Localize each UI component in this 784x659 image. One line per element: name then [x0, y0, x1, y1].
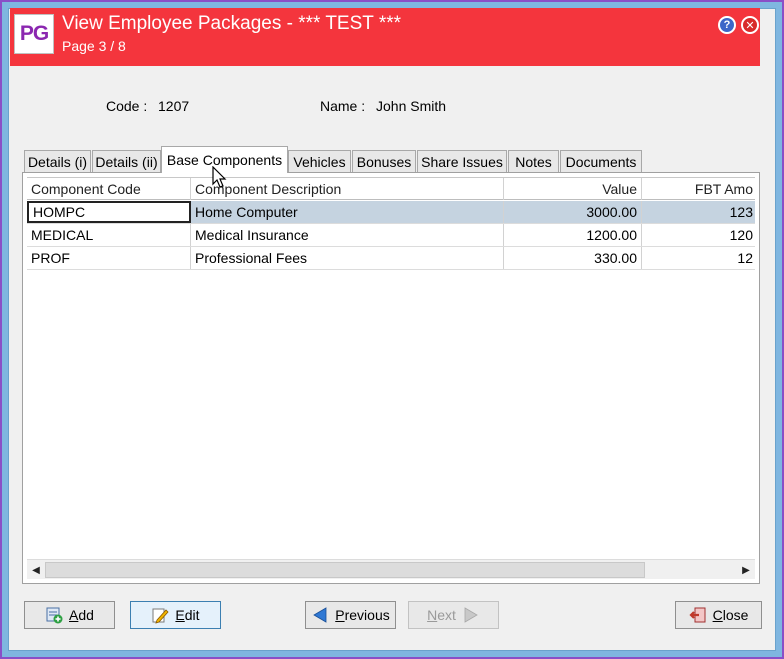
close-accel: C — [712, 607, 723, 623]
code-value: 1207 — [158, 98, 190, 114]
tab-details-ii[interactable]: Details (ii) — [92, 150, 161, 172]
next-rest: ext — [437, 607, 456, 623]
title-bar: PG View Employee Packages - *** TEST ***… — [10, 8, 760, 66]
next-button[interactable]: Next — [408, 601, 499, 629]
close-label: Close — [713, 607, 749, 623]
tab-vehicles[interactable]: Vehicles — [288, 150, 351, 172]
add-label: Add — [69, 607, 94, 623]
cell-value[interactable]: 330.00 — [504, 247, 642, 269]
close-rest: lose — [722, 607, 749, 623]
previous-label: Previous — [335, 607, 389, 623]
horizontal-scrollbar[interactable]: ◀ ▶ — [27, 559, 755, 579]
edit-button[interactable]: Edit — [130, 601, 221, 629]
cell-description[interactable]: Home Computer — [191, 201, 504, 223]
previous-button[interactable]: Previous — [305, 601, 396, 629]
table-row[interactable]: HOMPC Home Computer 3000.00 123 — [27, 201, 755, 224]
exit-icon — [689, 607, 706, 623]
tab-documents[interactable]: Documents — [560, 150, 642, 172]
previous-rest: revious — [344, 607, 390, 623]
name-label: Name : — [320, 98, 366, 114]
cell-code[interactable]: PROF — [27, 247, 191, 269]
cell-code[interactable]: HOMPC — [27, 201, 191, 223]
scrollbar-thumb[interactable] — [45, 562, 645, 578]
cell-fbt-amount[interactable]: 12 — [642, 247, 755, 269]
add-record-icon — [46, 607, 63, 624]
help-icon[interactable]: ? — [718, 16, 736, 34]
cell-value[interactable]: 1200.00 — [504, 224, 642, 246]
table-row[interactable]: MEDICAL Medical Insurance 1200.00 120 — [27, 224, 755, 247]
add-accel: A — [69, 607, 79, 623]
column-header-value[interactable]: Value — [504, 178, 642, 200]
add-rest: dd — [78, 607, 94, 623]
window-title: View Employee Packages - *** TEST *** — [62, 13, 402, 34]
tab-share-issues[interactable]: Share Issues — [417, 150, 507, 172]
scroll-left-icon[interactable]: ◀ — [27, 560, 45, 580]
cell-description[interactable]: Medical Insurance — [191, 224, 504, 246]
tab-details-i[interactable]: Details (i) — [24, 150, 91, 172]
tab-bonuses[interactable]: Bonuses — [352, 150, 416, 172]
code-label: Code : — [106, 98, 148, 114]
arrow-left-icon — [313, 607, 327, 623]
cell-description[interactable]: Professional Fees — [191, 247, 504, 269]
edit-icon — [152, 608, 169, 624]
tab-notes[interactable]: Notes — [508, 150, 559, 172]
column-header-description[interactable]: Component Description — [191, 178, 504, 200]
logo-text: PG — [19, 22, 49, 45]
page-indicator: Page 3 / 8 — [62, 38, 126, 54]
cell-fbt-amount[interactable]: 120 — [642, 224, 755, 246]
cell-code[interactable]: MEDICAL — [27, 224, 191, 246]
grid-header: Component Code Component Description Val… — [27, 178, 755, 200]
next-label: Next — [427, 607, 456, 623]
edit-accel: E — [175, 607, 185, 623]
tab-panel: Component Code Component Description Val… — [22, 172, 760, 584]
app-logo: PG — [14, 14, 54, 54]
add-button[interactable]: Add — [24, 601, 115, 629]
edit-label: Edit — [175, 607, 199, 623]
mouse-cursor-icon — [212, 166, 227, 188]
close-window-icon[interactable]: ✕ — [741, 16, 759, 34]
edit-rest: dit — [184, 607, 200, 623]
components-grid[interactable]: Component Code Component Description Val… — [27, 177, 755, 559]
column-header-fbt-amount[interactable]: FBT Amo — [642, 178, 755, 200]
name-value: John Smith — [376, 98, 447, 114]
close-button[interactable]: Close — [675, 601, 762, 629]
table-row[interactable]: PROF Professional Fees 330.00 12 — [27, 247, 755, 270]
arrow-right-icon — [464, 607, 478, 623]
scroll-right-icon[interactable]: ▶ — [737, 560, 755, 580]
next-accel: N — [427, 607, 438, 623]
column-header-code[interactable]: Component Code — [27, 178, 191, 200]
previous-accel: P — [335, 607, 345, 623]
cell-value[interactable]: 3000.00 — [504, 201, 642, 223]
cell-fbt-amount[interactable]: 123 — [642, 201, 755, 223]
